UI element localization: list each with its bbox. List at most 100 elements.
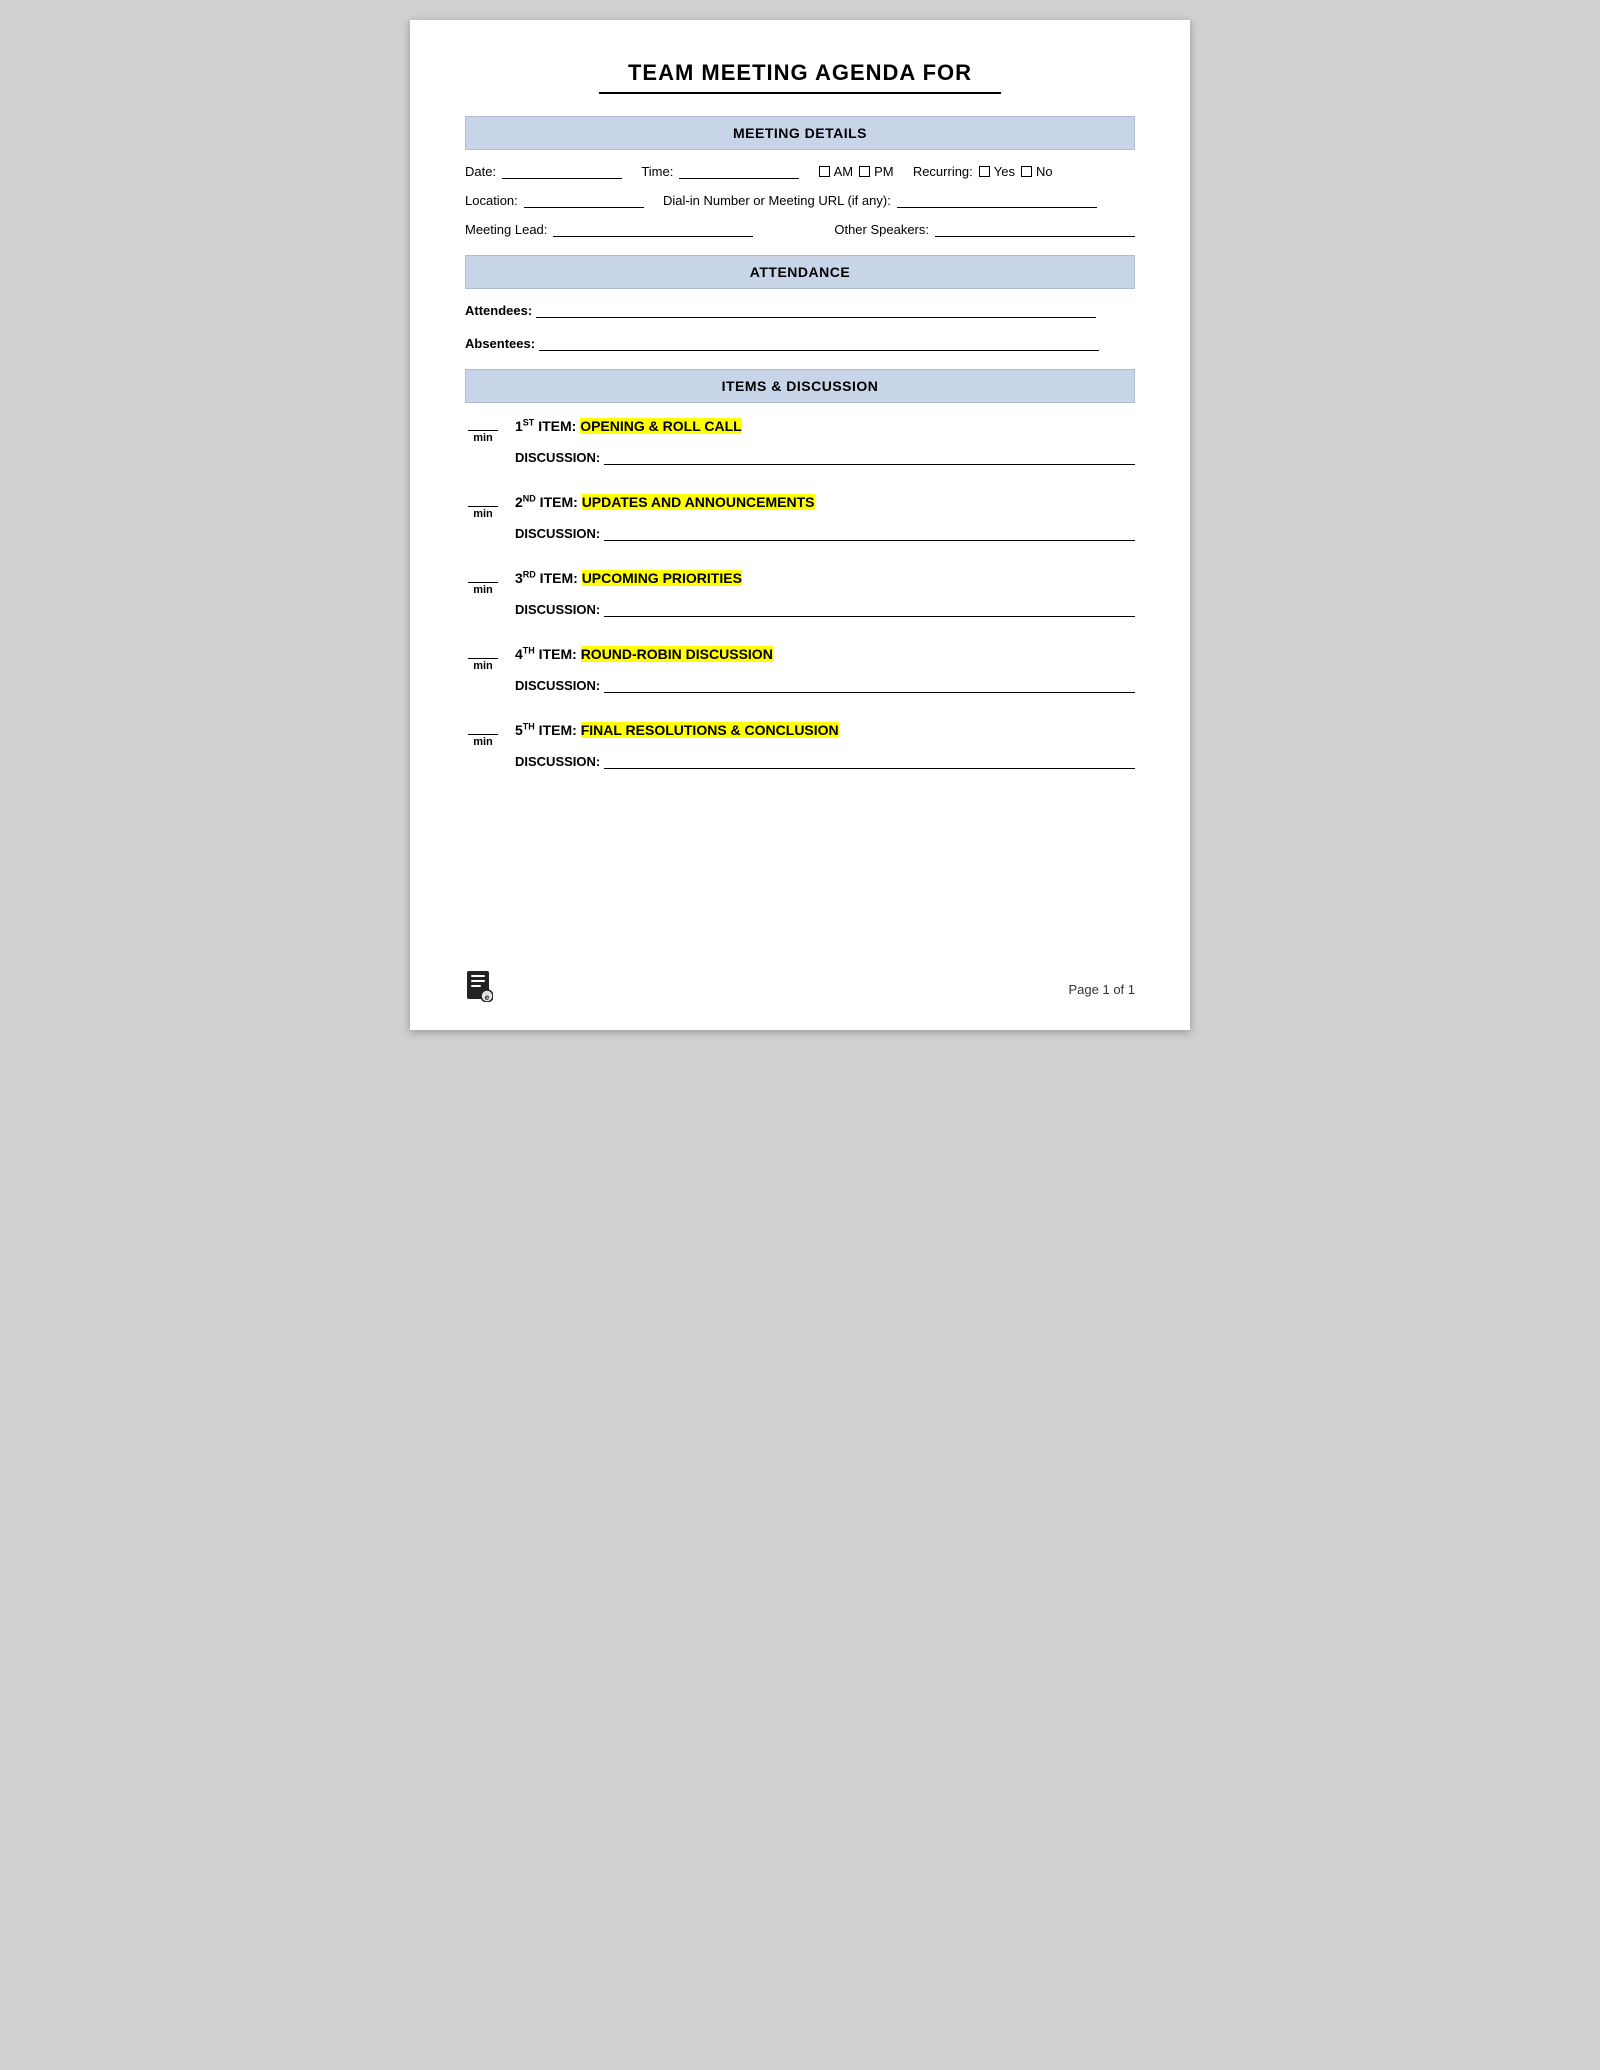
- recurring-label: Recurring:: [913, 164, 973, 179]
- item-1-highlight: OPENING & ROLL CALL: [580, 418, 742, 434]
- item-2-min-label: min: [473, 508, 493, 520]
- item-5-min-block: min: [465, 723, 501, 748]
- pm-checkbox-group: PM: [859, 164, 894, 179]
- item-5-min-label: min: [473, 736, 493, 748]
- agenda-item-5: min 5TH ITEM: FINAL RESOLUTIONS & CONCLU…: [465, 721, 1135, 769]
- item-1-discussion-line[interactable]: [604, 451, 1135, 465]
- agenda-item-1: min 1ST ITEM: OPENING & ROLL CALL DISCUS…: [465, 417, 1135, 465]
- agenda-item-3: min 3RD ITEM: UPCOMING PRIORITIES DISCUS…: [465, 569, 1135, 617]
- meeting-details-header: MEETING DETAILS: [465, 116, 1135, 150]
- date-field[interactable]: [502, 165, 622, 179]
- item-1-min-block: min: [465, 419, 501, 444]
- item-1-min-label: min: [473, 432, 493, 444]
- other-speakers-field[interactable]: [935, 223, 1135, 237]
- am-label: AM: [834, 164, 854, 179]
- item-2-min-line[interactable]: [468, 495, 498, 507]
- pm-checkbox[interactable]: [859, 166, 870, 177]
- item-3-number: 3RD ITEM:: [515, 570, 582, 586]
- item-4-title: 4TH ITEM: ROUND-ROBIN DISCUSSION: [515, 645, 1135, 662]
- time-field[interactable]: [679, 165, 799, 179]
- item-5-discussion-line[interactable]: [604, 755, 1135, 769]
- location-row: Location: Dial-in Number or Meeting URL …: [465, 193, 1135, 208]
- agenda-item-4: min 4TH ITEM: ROUND-ROBIN DISCUSSION DIS…: [465, 645, 1135, 693]
- item-1-header-row: min 1ST ITEM: OPENING & ROLL CALL: [465, 417, 1135, 444]
- pm-label: PM: [874, 164, 894, 179]
- am-checkbox[interactable]: [819, 166, 830, 177]
- page-footer: e Page 1 of 1: [465, 970, 1135, 1008]
- items-header: ITEMS & DISCUSSION: [465, 369, 1135, 403]
- item-2-min-block: min: [465, 495, 501, 520]
- yes-label: Yes: [994, 164, 1015, 179]
- svg-text:e: e: [485, 993, 490, 1002]
- time-label: Time:: [641, 164, 673, 179]
- item-5-header-row: min 5TH ITEM: FINAL RESOLUTIONS & CONCLU…: [465, 721, 1135, 748]
- item-4-number: 4TH ITEM:: [515, 646, 581, 662]
- meeting-details-section: MEETING DETAILS Date: Time: AM PM Recurr…: [465, 116, 1135, 237]
- document-page: TEAM MEETING AGENDA FOR MEETING DETAILS …: [410, 20, 1190, 1030]
- item-3-header-row: min 3RD ITEM: UPCOMING PRIORITIES: [465, 569, 1135, 596]
- yes-checkbox-group: Yes: [979, 164, 1015, 179]
- item-4-discussion-label: DISCUSSION:: [515, 678, 600, 693]
- location-field[interactable]: [524, 194, 644, 208]
- item-5-discussion-label: DISCUSSION:: [515, 754, 600, 769]
- page-number: Page 1 of 1: [1069, 982, 1136, 997]
- other-speakers-group: Other Speakers:: [834, 222, 1135, 237]
- leads-row: Meeting Lead: Other Speakers:: [465, 222, 1135, 237]
- absentees-field[interactable]: [539, 337, 1099, 351]
- dialin-field[interactable]: [897, 194, 1097, 208]
- item-3-min-block: min: [465, 571, 501, 596]
- yes-checkbox[interactable]: [979, 166, 990, 177]
- item-2-highlight: UPDATES AND ANNOUNCEMENTS: [582, 494, 815, 510]
- agenda-item-2: min 2ND ITEM: UPDATES AND ANNOUNCEMENTS …: [465, 493, 1135, 541]
- item-5-discussion-row: DISCUSSION:: [515, 754, 1135, 769]
- meeting-lead-field[interactable]: [553, 223, 753, 237]
- item-5-min-line[interactable]: [468, 723, 498, 735]
- item-4-header-row: min 4TH ITEM: ROUND-ROBIN DISCUSSION: [465, 645, 1135, 672]
- item-2-discussion-line[interactable]: [604, 527, 1135, 541]
- item-3-min-label: min: [473, 584, 493, 596]
- item-3-discussion-row: DISCUSSION:: [515, 602, 1135, 617]
- item-3-discussion-line[interactable]: [604, 603, 1135, 617]
- brand-icon: e: [465, 970, 493, 1008]
- item-3-title: 3RD ITEM: UPCOMING PRIORITIES: [515, 569, 1135, 586]
- item-4-highlight: ROUND-ROBIN DISCUSSION: [581, 646, 773, 662]
- item-3-discussion-label: DISCUSSION:: [515, 602, 600, 617]
- no-checkbox[interactable]: [1021, 166, 1032, 177]
- item-2-discussion-row: DISCUSSION:: [515, 526, 1135, 541]
- item-4-discussion-line[interactable]: [604, 679, 1135, 693]
- am-checkbox-group: AM: [819, 164, 854, 179]
- item-5-number: 5TH ITEM:: [515, 722, 581, 738]
- attendees-field[interactable]: [536, 304, 1096, 318]
- item-2-discussion-label: DISCUSSION:: [515, 526, 600, 541]
- absentees-row: Absentees:: [465, 336, 1135, 351]
- items-section: ITEMS & DISCUSSION min 1ST ITEM: OPENING…: [465, 369, 1135, 769]
- page-title: TEAM MEETING AGENDA FOR: [465, 60, 1135, 86]
- location-label: Location:: [465, 193, 518, 208]
- item-4-discussion-row: DISCUSSION:: [515, 678, 1135, 693]
- item-4-min-block: min: [465, 647, 501, 672]
- no-checkbox-group: No: [1021, 164, 1053, 179]
- item-4-min-line[interactable]: [468, 647, 498, 659]
- item-1-min-line[interactable]: [468, 419, 498, 431]
- item-3-min-line[interactable]: [468, 571, 498, 583]
- item-1-discussion-row: DISCUSSION:: [515, 450, 1135, 465]
- title-divider: [599, 92, 1001, 94]
- item-5-title: 5TH ITEM: FINAL RESOLUTIONS & CONCLUSION: [515, 721, 1135, 738]
- date-time-row: Date: Time: AM PM Recurring: Yes: [465, 164, 1135, 179]
- item-3-highlight: UPCOMING PRIORITIES: [582, 570, 742, 586]
- attendance-section: ATTENDANCE Attendees: Absentees:: [465, 255, 1135, 351]
- item-2-number: 2ND ITEM:: [515, 494, 582, 510]
- no-label: No: [1036, 164, 1053, 179]
- item-1-discussion-label: DISCUSSION:: [515, 450, 600, 465]
- absentees-label: Absentees:: [465, 336, 535, 351]
- attendance-header: ATTENDANCE: [465, 255, 1135, 289]
- item-2-header-row: min 2ND ITEM: UPDATES AND ANNOUNCEMENTS: [465, 493, 1135, 520]
- meeting-lead-group: Meeting Lead:: [465, 222, 753, 237]
- item-1-number: 1ST ITEM:: [515, 418, 580, 434]
- item-2-title: 2ND ITEM: UPDATES AND ANNOUNCEMENTS: [515, 493, 1135, 510]
- item-5-highlight: FINAL RESOLUTIONS & CONCLUSION: [581, 722, 839, 738]
- meeting-lead-label: Meeting Lead:: [465, 222, 547, 237]
- item-1-title: 1ST ITEM: OPENING & ROLL CALL: [515, 417, 1135, 434]
- attendees-row: Attendees:: [465, 303, 1135, 318]
- date-label: Date:: [465, 164, 496, 179]
